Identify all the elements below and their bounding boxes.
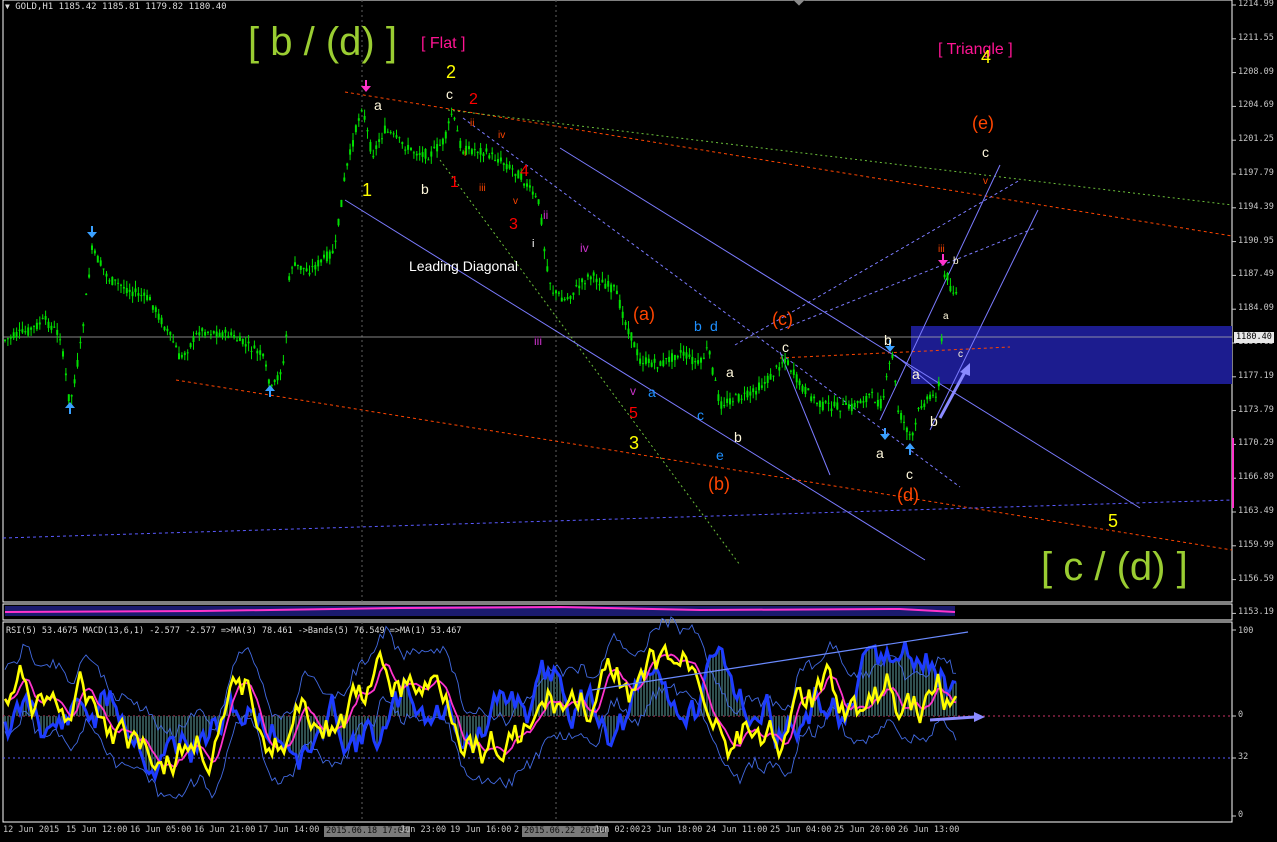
time-axis-label: 2	[514, 825, 520, 835]
time-axis-label: Jun 02:00	[594, 825, 641, 835]
wave-label: d	[710, 318, 718, 334]
price-axis-label: 1177.19	[1238, 370, 1274, 381]
wave-label: b	[694, 318, 702, 334]
trading-chart[interactable]: [ b / (d) ] [ Flat ] [ Triangle ] [ c / (d)…	[0, 0, 1277, 842]
wave-label: a	[876, 445, 884, 461]
time-axis-label: 19 Jun 16:00	[450, 825, 512, 835]
wave-label: e	[716, 447, 724, 463]
time-axis-label: 23 Jun 18:00	[641, 825, 703, 835]
price-axis-label: 1159.99	[1238, 539, 1274, 550]
time-axis-label: 16 Jun 05:00	[130, 825, 192, 835]
price-axis-label: 1170.29	[1238, 438, 1274, 449]
wave-label: (e)	[972, 113, 994, 133]
symbol-line: GOLD,H1 1185.42 1185.81 1179.82 1180.40	[15, 2, 227, 12]
wave-label: (a)	[633, 304, 655, 324]
wave-label: v	[983, 176, 988, 187]
time-axis-label: 12 Jun 2015	[3, 825, 60, 835]
time-axis-label: 16 Jun 21:00	[194, 825, 256, 835]
wave-label: 3	[629, 433, 639, 453]
time-axis-label: 17 Jun 14:00	[258, 825, 320, 835]
wave-label: 1	[362, 180, 372, 200]
wave-label: i	[464, 148, 466, 159]
indicator-axis-label: 0	[1238, 710, 1244, 720]
wave-label: iv	[580, 241, 589, 255]
wave-label: a	[943, 311, 949, 322]
wave-label: 5	[1108, 511, 1118, 531]
wave-label: [ b / (d) ]	[248, 20, 397, 64]
wave-label: iii	[938, 244, 945, 255]
price-axis-label: 1173.79	[1238, 404, 1274, 415]
price-axis-label: 1190.95	[1238, 235, 1274, 246]
wave-label: i	[532, 238, 534, 250]
wave-label: c	[906, 466, 913, 482]
current-price-label: 1180.40	[1234, 332, 1274, 343]
wave-label: b	[734, 429, 742, 445]
wave-label: 1	[450, 174, 459, 191]
time-axis-label: 24 Jun 11:00	[706, 825, 768, 835]
price-axis-label: 1197.79	[1238, 168, 1274, 178]
indicator-axis-label: 32	[1238, 752, 1249, 762]
wave-label: [ Flat ]	[421, 35, 465, 52]
wave-label: b	[930, 413, 938, 429]
sell-arrow-icon[interactable]: ▼	[5, 2, 10, 11]
price-axis-label: 1194.39	[1238, 201, 1274, 212]
wave-label: a	[648, 384, 656, 400]
wave-label: (d)	[897, 485, 919, 505]
wave-label: b	[953, 256, 959, 267]
price-axis-label: 1208.09	[1238, 66, 1274, 77]
time-axis-label: 15 Jun 12:00	[66, 825, 128, 835]
price-axis-label: 1211.55	[1238, 32, 1274, 43]
price-axis-label: 1184.09	[1238, 303, 1274, 314]
wave-label: c	[958, 349, 963, 360]
wave-label: b	[884, 332, 892, 348]
wave-label: [ Triangle ]	[938, 41, 1013, 58]
symbol-info: ▼ GOLD,H1 1185.42 1185.81 1179.82 1180.4…	[5, 3, 227, 12]
wave-label: iii	[534, 334, 542, 348]
price-axis-label: 1163.49	[1238, 506, 1274, 516]
wave-label: a	[374, 97, 382, 113]
wave-label: a	[912, 366, 920, 382]
time-axis-label: Jun 23:00	[400, 825, 447, 835]
price-axis-label: 1204.69	[1238, 100, 1274, 111]
wave-label: c	[982, 144, 989, 160]
price-axis-label: 1156.59	[1238, 573, 1274, 584]
magenta-marker	[1232, 438, 1234, 508]
time-axis-label: 25 Jun 20:00	[834, 825, 896, 835]
wave-label: 5	[629, 405, 638, 422]
wave-label: 2	[469, 91, 478, 108]
price-axis-label: 1201.25	[1238, 134, 1274, 145]
time-axis-label: 25 Jun 04:00	[770, 825, 832, 835]
price-axis-label: 1166.89	[1238, 472, 1274, 483]
wave-label: c	[697, 407, 704, 423]
price-axis-label: 1214.99	[1238, 0, 1274, 9]
indicator-header: RSI(5) 53.4675 MACD(13,6,1) -2.577 -2.57…	[6, 626, 462, 636]
wave-label: [ c / (d) ]	[1041, 545, 1188, 589]
wave-label: c	[782, 339, 789, 355]
wave-label: v	[513, 196, 518, 207]
wave-label: (b)	[708, 474, 730, 494]
price-axis-ticks	[1232, 4, 1236, 817]
wave-label: c	[446, 86, 453, 102]
wave-label: 4	[981, 47, 991, 67]
wave-label: ii	[543, 208, 548, 222]
indicator-axis-label: 0	[1238, 810, 1244, 820]
wave-label: a	[726, 364, 734, 380]
wave-label: 3	[509, 216, 518, 233]
wave-label: ii	[470, 118, 474, 129]
time-axis-label: 2015.06.18 17:00	[324, 826, 410, 837]
main-chart-pane[interactable]	[2, 0, 1233, 603]
wave-label: Leading Diagonal	[409, 258, 518, 274]
time-axis-label: 26 Jun 13:00	[898, 825, 960, 835]
indicator-axis-label: 100	[1238, 626, 1254, 636]
wave-label: 2	[446, 62, 456, 82]
wave-label: b	[421, 181, 429, 197]
wave-label: (c)	[772, 309, 793, 329]
wave-label: iv	[498, 130, 505, 141]
price-axis-label: 1153.19	[1238, 607, 1274, 618]
wave-label: 4	[520, 163, 529, 180]
price-axis-label: 1187.49	[1238, 269, 1274, 280]
wave-label: v	[630, 384, 636, 398]
wave-label: iii	[479, 183, 486, 194]
